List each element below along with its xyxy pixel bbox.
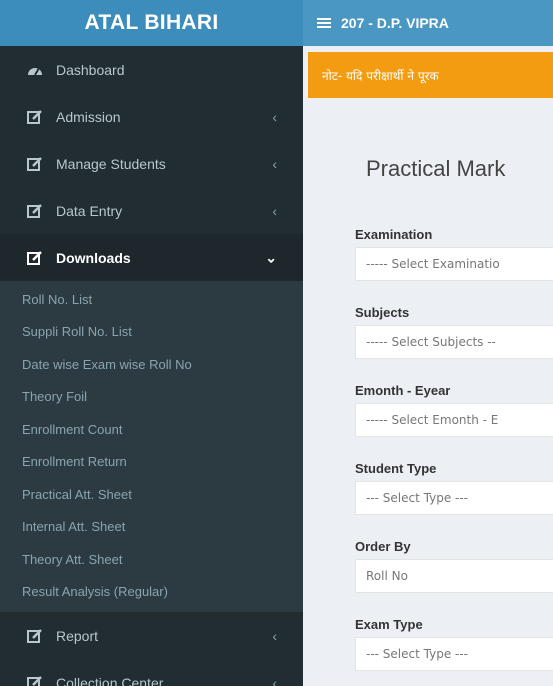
submenu-item-internal-att-sheet[interactable]: Internal Att. Sheet	[0, 511, 303, 544]
subjects-select[interactable]: ----- Select Subjects --	[355, 325, 553, 359]
sidebar-item-label: Data Entry	[56, 202, 123, 219]
exam-type-label: Exam Type	[355, 617, 423, 632]
submenu-item-suppli-roll-no-list[interactable]: Suppli Roll No. List	[0, 316, 303, 349]
examination-select[interactable]: ----- Select Examinatio	[355, 247, 553, 281]
chevron-left-icon: ‹	[272, 202, 277, 219]
sidebar-item-manage-students[interactable]: Manage Students ‹	[0, 140, 303, 187]
student-type-label: Student Type	[355, 461, 437, 476]
exam-type-field: Exam Type --- Select Type ---	[303, 611, 553, 686]
order-by-select[interactable]: Roll No	[355, 559, 553, 593]
sidebar-item-downloads[interactable]: Downloads ⌄	[0, 234, 303, 281]
exam-type-select[interactable]: --- Select Type ---	[355, 637, 553, 671]
sidebar-item-label: Report	[56, 627, 99, 644]
practical-marks-form: Examination ----- Select Examinatio Subj…	[303, 221, 553, 686]
submenu-item-practical-att-sheet[interactable]: Practical Att. Sheet	[0, 478, 303, 511]
main-content: नोट- यदि परीक्षार्थी ने पूरक Practical M…	[303, 46, 553, 686]
sidebar-item-data-entry[interactable]: Data Entry ‹	[0, 187, 303, 234]
top-navbar: 207 - D.P. VIPRA	[303, 0, 553, 46]
sidebar-item-admission[interactable]: Admission ‹	[0, 93, 303, 140]
page-title: Practical Mark	[366, 156, 506, 181]
brand-title: ATAL BIHARI	[84, 11, 219, 34]
student-type-select[interactable]: --- Select Type ---	[355, 481, 553, 515]
examination-label: Examination	[355, 227, 433, 242]
sidebar-item-dashboard[interactable]: Dashboard	[0, 46, 303, 93]
submenu-item-theory-foil[interactable]: Theory Foil	[0, 381, 303, 414]
edit-icon	[26, 675, 44, 686]
app-window: ATAL BIHARI 207 - D.P. VIPRA Dashboard A…	[0, 0, 553, 686]
order-by-label: Order By	[355, 539, 411, 554]
order-by-field: Order By Roll No	[303, 533, 553, 611]
edit-icon	[26, 109, 44, 124]
submenu-item-result-analysis[interactable]: Result Analysis (Regular)	[0, 576, 303, 609]
subjects-field: Subjects ----- Select Subjects --	[303, 299, 553, 377]
chevron-left-icon: ‹	[272, 674, 277, 686]
submenu-item-theory-att-sheet[interactable]: Theory Att. Sheet	[0, 543, 303, 576]
sidebar-item-label: Admission	[56, 108, 121, 125]
edit-icon	[26, 250, 44, 265]
dashboard-icon	[26, 63, 44, 77]
notice-banner: नोट- यदि परीक्षार्थी ने पूरक	[308, 52, 553, 98]
emonth-eyear-field: Emonth - Eyear ----- Select Emonth - E	[303, 377, 553, 455]
sidebar-item-label: Collection Center	[56, 674, 164, 686]
edit-icon	[26, 628, 44, 643]
emonth-eyear-label: Emonth - Eyear	[355, 383, 451, 398]
chevron-left-icon: ‹	[272, 108, 277, 125]
chevron-down-icon: ⌄	[265, 249, 277, 265]
submenu-item-date-wise-roll-no[interactable]: Date wise Exam wise Roll No	[0, 348, 303, 381]
sidebar-item-label: Downloads	[56, 249, 131, 266]
submenu-item-enrollment-return[interactable]: Enrollment Return	[0, 446, 303, 479]
edit-icon	[26, 156, 44, 171]
center-title: 207 - D.P. VIPRA	[341, 15, 449, 31]
sidebar: Dashboard Admission ‹ Manage Students ‹ …	[0, 46, 303, 686]
sidebar-item-label: Dashboard	[56, 61, 125, 78]
brand-logo[interactable]: ATAL BIHARI	[0, 0, 303, 46]
sidebar-item-label: Manage Students	[56, 155, 166, 172]
chevron-left-icon: ‹	[272, 627, 277, 644]
submenu-item-roll-no-list[interactable]: Roll No. List	[0, 283, 303, 316]
chevron-left-icon: ‹	[272, 155, 277, 172]
student-type-field: Student Type --- Select Type ---	[303, 455, 553, 533]
examination-field: Examination ----- Select Examinatio	[303, 221, 553, 299]
subjects-label: Subjects	[355, 305, 410, 320]
submenu-item-enrollment-count[interactable]: Enrollment Count	[0, 413, 303, 446]
emonth-eyear-select[interactable]: ----- Select Emonth - E	[355, 403, 553, 437]
hamburger-menu-icon[interactable]	[317, 16, 331, 30]
sidebar-item-collection-center[interactable]: Collection Center ‹	[0, 659, 303, 686]
downloads-submenu: Roll No. List Suppli Roll No. List Date …	[0, 281, 303, 612]
edit-icon	[26, 203, 44, 218]
sidebar-item-report[interactable]: Report ‹	[0, 612, 303, 659]
